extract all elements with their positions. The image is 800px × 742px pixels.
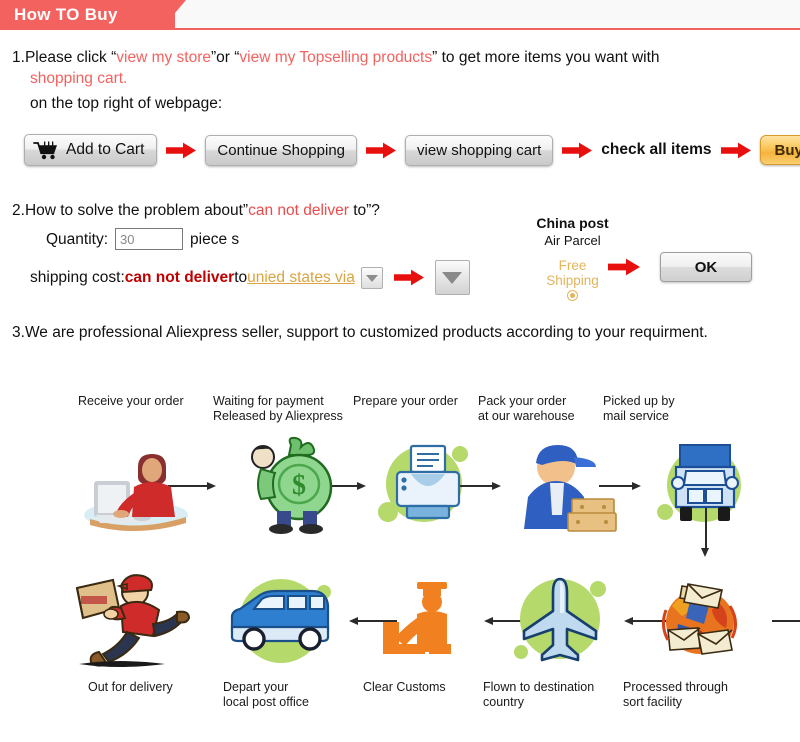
china-post-title: China post	[536, 215, 609, 231]
section1-number: 1.	[12, 49, 25, 66]
flow-icon-sort-facility	[630, 565, 800, 675]
customs-officer-icon	[382, 582, 451, 654]
flow-icon-out-for-delivery	[55, 565, 205, 675]
flow-bottom-icons	[0, 565, 800, 675]
flow-icon-mail-truck	[599, 430, 775, 557]
shipping-method-dropdown[interactable]	[434, 260, 470, 295]
section1-line2: shopping cart.	[30, 70, 128, 87]
continue-shopping-label: Continue Shopping	[217, 141, 346, 159]
section1-text-b: ”or “	[211, 49, 240, 66]
section1-line3: on the top right of webpage:	[30, 95, 223, 112]
view-topselling-products-link[interactable]: view my Topselling products	[239, 49, 432, 66]
page-header: How TO Buy	[0, 0, 800, 30]
svg-text:$: $	[292, 470, 306, 501]
money-bag-person-icon: $	[251, 436, 333, 534]
view-shopping-cart-button[interactable]: view shopping cart	[405, 134, 554, 166]
continue-shopping-button[interactable]: Continue Shopping	[205, 134, 358, 166]
add-to-cart-button[interactable]: Add to Cart	[24, 134, 158, 166]
flow-label-depart-post-office: Depart your local post office	[223, 680, 309, 709]
red-right-arrow-icon	[720, 142, 751, 158]
flow-label-out-for-delivery: Out for delivery	[88, 680, 173, 694]
header-divider	[0, 28, 800, 30]
buy-flow-button-strip: Add to Cart Continue Shopping view shopp…	[24, 128, 800, 172]
red-right-arrow-icon	[562, 142, 593, 158]
section2-text-b: to”?	[348, 202, 380, 219]
delivery-truck-icon	[671, 444, 739, 521]
china-post-block: China post Air Parcel	[500, 215, 645, 248]
buy-now-label: Buy now	[774, 141, 800, 159]
flow-icon-clear-customs	[355, 565, 530, 675]
flow-label-prepare-order: Prepare your order	[353, 394, 458, 408]
flow-label-receive-order: Receive your order	[78, 394, 184, 408]
section3-text: We are professional Aliexpress seller, s…	[24, 324, 708, 341]
quantity-row: Quantity: piece s	[46, 228, 239, 250]
section3-number: 3.	[12, 324, 25, 341]
flow-label-clear-customs: Clear Customs	[363, 680, 446, 694]
red-right-arrow-icon	[366, 142, 397, 158]
section1-text-c: ” to get more items you want with	[432, 49, 660, 66]
quantity-label: Quantity:	[46, 230, 109, 248]
mail-sorting-icon	[661, 583, 737, 655]
person-at-computer-icon	[84, 454, 188, 532]
check-all-items-label: check all items	[601, 141, 712, 158]
chevron-down-icon[interactable]	[360, 266, 383, 289]
flow-top-labels: Receive your order Waiting for payment R…	[0, 394, 800, 424]
flow-icon-local-post-office	[205, 565, 397, 675]
shipping-cost-warning: can not deliver	[124, 269, 235, 286]
flow-icon-receive-order	[60, 430, 210, 540]
warehouse-worker-boxes-icon	[524, 445, 617, 532]
flow-label-sort-facility: Processed through sort facility	[623, 680, 728, 709]
section2-text-a: How to solve the problem about”	[24, 202, 249, 219]
flow-label-picked-up: Picked up by mail service	[603, 394, 675, 423]
flow-label-waiting-payment: Waiting for payment Released by Aliexpre…	[213, 394, 343, 423]
page-title: How TO Buy	[14, 5, 118, 24]
add-to-cart-label: Add to Cart	[66, 141, 145, 158]
shipping-cost-row: shipping cost: can not deliver to unied …	[30, 260, 470, 295]
red-right-arrow-icon	[608, 258, 640, 276]
flow-icon-pack-order	[457, 430, 635, 540]
flow-top-icons: $	[0, 430, 800, 557]
delivery-van-icon	[230, 589, 330, 651]
flow-icon-money-bag: $	[168, 430, 360, 540]
ok-button[interactable]: OK	[660, 252, 752, 282]
section1-line1: 1.Please click “view my store”or “view m…	[12, 47, 660, 68]
header-slant-decoration	[140, 0, 186, 30]
section2-number: 2.	[12, 202, 25, 219]
shipping-cost-to: to	[234, 269, 248, 286]
china-post-subtitle: Air Parcel	[544, 233, 601, 248]
shipping-cost-label: shipping cost:	[30, 269, 125, 286]
ok-button-label: OK	[694, 258, 718, 276]
quantity-unit-label: piece s	[190, 230, 240, 248]
view-my-store-link[interactable]: view my store	[116, 49, 211, 66]
red-right-arrow-icon	[166, 142, 197, 158]
free-shipping-radio[interactable]	[567, 290, 578, 301]
shopping-cart-icon	[33, 141, 57, 159]
destination-country-link[interactable]: unied states via	[247, 267, 355, 288]
section2-line1: 2.How to solve the problem about”can not…	[12, 200, 380, 221]
quantity-input[interactable]	[115, 228, 184, 250]
section1-text-a: Please click “	[24, 49, 117, 66]
section2-highlight: can not deliver	[248, 202, 349, 219]
flow-label-flown-destination: Flown to destination country	[483, 680, 595, 709]
airplane-icon	[522, 577, 598, 662]
shipping-flow-diagram: Receive your order Waiting for payment R…	[0, 380, 800, 730]
section3-line: 3.We are professional Aliexpress seller,…	[12, 322, 708, 343]
flow-label-pack-order: Pack your order at our warehouse	[478, 394, 575, 423]
red-right-arrow-icon	[393, 269, 424, 286]
flow-bottom-labels: Out for delivery Depart your local post …	[0, 680, 800, 710]
ok-row: OK	[660, 252, 752, 282]
buy-now-button[interactable]: Buy now	[759, 135, 800, 165]
flow-icon-airplane	[490, 565, 668, 675]
running-courier-icon	[75, 574, 191, 667]
printer-icon	[395, 444, 460, 520]
view-shopping-cart-label: view shopping cart	[417, 141, 542, 159]
flow-connector	[772, 620, 800, 622]
